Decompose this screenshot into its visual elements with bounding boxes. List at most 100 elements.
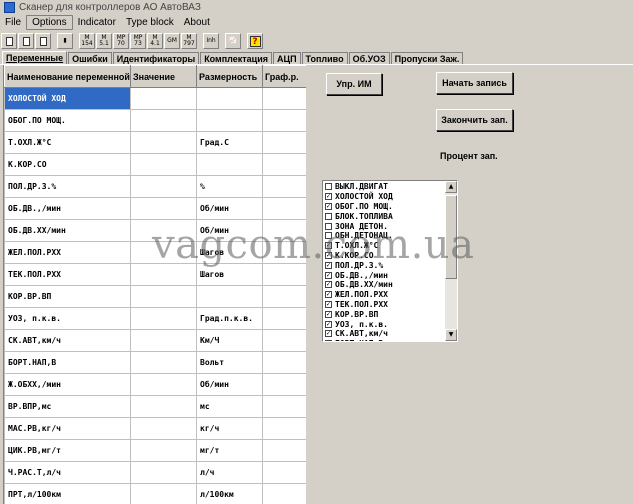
table-cell[interactable]: ТЕК.ПОЛ.РХХ [4, 263, 131, 286]
checkbox[interactable]: ✓ [325, 300, 332, 308]
menu-item[interactable]: File [0, 16, 26, 29]
table-cell[interactable]: ВР.ВПР,мс [4, 395, 131, 418]
table-row[interactable]: ОБ.ДВ.,/мин Об/мин [4, 197, 306, 220]
menu-item[interactable]: Type block [121, 16, 179, 29]
table-cell[interactable] [262, 307, 306, 330]
table-cell[interactable] [130, 109, 197, 132]
table-cell[interactable]: СК.АВТ,км/ч [4, 329, 131, 352]
checkbox[interactable]: ✓ [325, 193, 332, 201]
table-cell[interactable] [262, 131, 306, 154]
table-row[interactable]: Т.ОХЛ.Ж°С Град.С [4, 131, 306, 154]
checkbox[interactable]: ✓ [325, 330, 332, 338]
table-row[interactable]: ЦИК.РВ,мг/т мг/т [4, 439, 306, 462]
table-cell[interactable] [262, 417, 306, 440]
column-header[interactable]: Значение [130, 65, 197, 88]
table-cell[interactable] [262, 87, 306, 110]
list-item[interactable]: ✓ ЖЕЛ.ПОЛ.РХХ [325, 290, 445, 300]
table-cell[interactable] [196, 109, 263, 132]
checkbox[interactable]: ✓ [325, 320, 332, 328]
table-cell[interactable]: Км/Ч [196, 329, 263, 352]
table-cell[interactable] [130, 175, 197, 198]
table-row[interactable]: Ч.РАС.Т,л/ч л/ч [4, 461, 306, 484]
table-cell[interactable] [130, 329, 197, 352]
scroll-up-icon[interactable]: ▲ [445, 181, 457, 193]
column-header[interactable]: Граф.р. [262, 65, 306, 88]
list-item[interactable]: ✓БОРТ.НАП,В [325, 339, 445, 341]
table-cell[interactable] [130, 461, 197, 484]
menu-item[interactable]: Indicator [73, 16, 121, 29]
table-cell[interactable]: ЦИК.РВ,мг/т [4, 439, 131, 462]
table-cell[interactable]: ОБОГ.ПО МОЩ. [4, 109, 131, 132]
table-cell[interactable]: БОРТ.НАП,В [4, 351, 131, 374]
list-item[interactable]: ✓ ОБ.ДВ.ХХ/мин [325, 280, 445, 290]
checkbox[interactable]: ✓ [325, 291, 332, 299]
checkbox[interactable]: ✓ [325, 271, 332, 279]
help-icon[interactable]: ? [247, 33, 263, 49]
checkbox[interactable]: ✓ [325, 310, 332, 318]
table-cell[interactable]: КОР.ВР.ВП [4, 285, 131, 308]
stop-record-button[interactable]: Закончить зап. [436, 109, 513, 131]
m797-icon[interactable]: M 797 [181, 33, 197, 49]
column-header[interactable]: Наименование переменной [4, 65, 131, 88]
table-cell[interactable] [262, 175, 306, 198]
table-row[interactable]: СК.АВТ,км/ч Км/Ч [4, 329, 306, 352]
table-cell[interactable] [130, 131, 197, 154]
table-cell[interactable] [130, 307, 197, 330]
table-cell[interactable] [262, 395, 306, 418]
table-cell[interactable] [130, 285, 197, 308]
checkbox[interactable]: ✓ [325, 340, 332, 341]
table-cell[interactable] [196, 153, 263, 176]
start-record-button[interactable]: Начать запись [436, 72, 513, 94]
table-cell[interactable] [130, 87, 197, 110]
table-cell[interactable]: Град.С [196, 131, 263, 154]
table-cell[interactable]: ОБ.ДВ.,/мин [4, 197, 131, 220]
table-row[interactable]: ПОЛ.ДР.З.%% [4, 175, 306, 198]
list-item[interactable]: ✓ УОЗ, п.к.в. [325, 319, 445, 329]
menu-item[interactable]: About [179, 16, 215, 29]
m41-icon[interactable]: M 4.1 [147, 33, 163, 49]
list-item[interactable]: ВЫКЛ.ДВИГАТ [325, 182, 445, 192]
table-cell[interactable]: Т.ОХЛ.Ж°С [4, 131, 131, 154]
list-item[interactable]: ✓ КОР.ВР.ВП [325, 309, 445, 319]
table-cell[interactable] [262, 329, 306, 352]
table-cell[interactable] [130, 395, 197, 418]
mp73-icon[interactable]: MP 73 [130, 33, 146, 49]
table-row[interactable]: МАС.РВ,кг/ч кг/ч [4, 417, 306, 440]
table-cell[interactable]: мс [196, 395, 263, 418]
mp70-icon[interactable]: MP 70 [113, 33, 129, 49]
table-row[interactable]: ПРТ,л/100км л/100км [4, 483, 306, 504]
gm-icon[interactable]: GM [164, 33, 180, 49]
table-cell[interactable] [130, 483, 197, 504]
m154-icon[interactable]: M 154 [79, 33, 95, 49]
table-cell[interactable]: Об/мин [196, 373, 263, 396]
table-row[interactable]: БОРТ.НАП,В Вольт [4, 351, 306, 374]
table-cell[interactable]: Ж.ОБХХ,/мин [4, 373, 131, 396]
variables-grid[interactable]: Наименование переменной Значение Размернос… [3, 65, 306, 504]
table-cell[interactable] [262, 197, 306, 220]
table-cell[interactable]: Об/мин [196, 197, 263, 220]
table-cell[interactable] [130, 197, 197, 220]
scroll-down-icon[interactable]: ▼ [445, 329, 457, 341]
table-row[interactable]: ВР.ВПР,мс мс [4, 395, 306, 418]
table-row[interactable]: КОР.ВР.ВП [4, 285, 306, 308]
table-cell[interactable] [262, 373, 306, 396]
checkbox[interactable]: ✓ [325, 202, 332, 210]
print-icon[interactable] [35, 33, 51, 49]
table-cell[interactable] [130, 439, 197, 462]
new-doc-icon[interactable] [1, 33, 17, 49]
table-cell[interactable] [262, 483, 306, 504]
upr-im-button[interactable]: Упр. ИМ [326, 73, 382, 95]
inh-icon[interactable]: Inh [203, 33, 219, 49]
table-cell[interactable]: мг/т [196, 439, 263, 462]
table-cell[interactable] [262, 153, 306, 176]
list-item[interactable]: ✓ ХОЛОСТОЙ ХОД [325, 192, 445, 202]
list-item[interactable]: ✓ ОБ.ДВ.,/мин [325, 270, 445, 280]
chart-icon[interactable]: 📈 [225, 33, 241, 49]
table-cell[interactable]: Ч.РАС.Т,л/ч [4, 461, 131, 484]
table-cell[interactable]: ЖЕЛ.ПОЛ.РХХ [4, 241, 131, 264]
table-cell[interactable]: Вольт [196, 351, 263, 374]
table-cell[interactable] [262, 351, 306, 374]
list-item[interactable]: ✓ ТЕК.ПОЛ.РХХ [325, 300, 445, 310]
menu-item[interactable]: Options [26, 14, 73, 30]
table-cell[interactable]: К.КОР.СО [4, 153, 131, 176]
